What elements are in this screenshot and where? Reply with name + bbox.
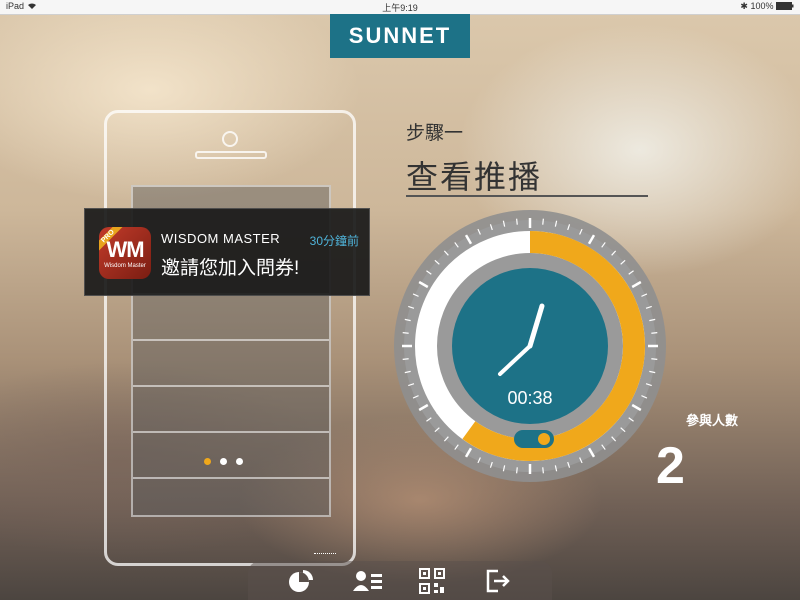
battery-percent: 100%: [750, 1, 774, 11]
battery-icon: [776, 2, 794, 10]
app-icon-letters: WM: [106, 237, 144, 262]
status-bar: iPad 上午9:19 ✱ 100%: [0, 0, 800, 15]
notification-app-name: WISDOM MASTER: [161, 231, 281, 246]
qr-code-icon: [419, 568, 445, 594]
timer-tick: [516, 218, 518, 225]
screen-row-divider: [133, 339, 329, 341]
sunnet-logo: SUNNET: [330, 14, 470, 58]
page-dot[interactable]: [204, 458, 211, 465]
push-notification[interactable]: PRO WM Wisdom Master WISDOM MASTER 30分鐘前…: [84, 208, 370, 296]
step-underline: [406, 195, 648, 197]
bottom-toolbar: [248, 561, 552, 600]
timer-tick: [516, 467, 518, 474]
members-button[interactable]: [352, 567, 382, 595]
app-icon-caption: Wisdom Master: [104, 263, 146, 269]
participants-label: 參與人數: [686, 413, 739, 428]
qr-code-button[interactable]: [418, 567, 448, 595]
page-dot[interactable]: [236, 458, 243, 465]
wisdom-master-app-icon: PRO WM Wisdom Master: [99, 227, 151, 279]
user-list-icon: [353, 571, 382, 591]
timer-tick: [542, 467, 544, 474]
notification-message: 邀請您加入問券!: [161, 258, 300, 279]
bluetooth-icon: ✱: [740, 1, 748, 11]
timer-readout: 00:38: [507, 388, 552, 408]
timer-toggle[interactable]: [514, 430, 554, 448]
screen-row-divider: [133, 431, 329, 433]
timer-tick: [402, 332, 409, 334]
timer-tick: [651, 332, 658, 334]
phone-illustration: [104, 110, 356, 566]
countdown-timer: 00:38: [394, 210, 666, 482]
logout-icon: [486, 569, 510, 593]
timer-tick: [651, 358, 658, 360]
screen-row-divider: [133, 477, 329, 479]
toolbar-grab-handle[interactable]: [314, 553, 336, 557]
step-label: 步驟一: [406, 123, 464, 144]
page-dot[interactable]: [220, 458, 227, 465]
stats-button[interactable]: [286, 567, 316, 595]
logout-button[interactable]: [484, 567, 514, 595]
step-title: 查看推播: [406, 159, 543, 195]
page-indicator[interactable]: [204, 452, 252, 470]
status-time: 上午9:19: [382, 3, 418, 13]
screen-row-divider: [133, 385, 329, 387]
notification-time: 30分鐘前: [309, 234, 359, 248]
phone-camera: [222, 131, 238, 147]
timer-tick: [542, 218, 544, 225]
participants-count: 2: [656, 437, 685, 495]
timer-tick: [402, 358, 409, 360]
phone-speaker: [195, 151, 267, 159]
chart-pie-icon: [289, 570, 313, 592]
